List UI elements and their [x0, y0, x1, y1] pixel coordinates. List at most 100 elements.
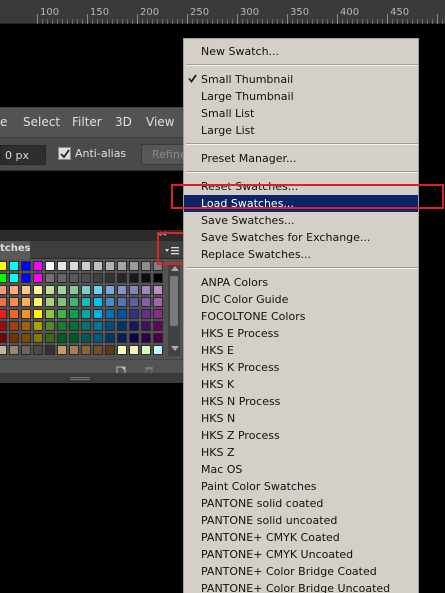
color-swatch[interactable] — [21, 321, 31, 331]
color-swatch[interactable] — [33, 297, 43, 307]
menu-item-large-list[interactable]: Large List — [184, 122, 418, 139]
color-swatch[interactable] — [9, 309, 19, 319]
color-swatch[interactable] — [153, 273, 163, 283]
color-swatch[interactable] — [129, 333, 139, 343]
color-swatch[interactable] — [21, 309, 31, 319]
menu-item-hks-z[interactable]: HKS Z — [184, 444, 418, 461]
menu-select[interactable]: Select — [23, 115, 60, 129]
color-swatch[interactable] — [81, 333, 91, 343]
menu-item-new-swatch[interactable]: New Swatch... — [184, 43, 418, 60]
color-swatch[interactable] — [141, 321, 151, 331]
color-swatch[interactable] — [153, 333, 163, 343]
color-swatch[interactable] — [105, 333, 115, 343]
menu-item-hks-z-process[interactable]: HKS Z Process — [184, 427, 418, 444]
color-swatch[interactable] — [129, 309, 139, 319]
color-swatch[interactable] — [105, 309, 115, 319]
color-swatch[interactable] — [57, 285, 67, 295]
color-swatch[interactable] — [117, 297, 127, 307]
color-swatch[interactable] — [45, 261, 55, 271]
color-swatch[interactable] — [69, 261, 79, 271]
color-swatch[interactable] — [0, 273, 7, 283]
color-swatch[interactable] — [117, 261, 127, 271]
color-swatch[interactable] — [21, 273, 31, 283]
color-swatch[interactable] — [153, 309, 163, 319]
color-swatch[interactable] — [9, 285, 19, 295]
scroll-down-arrow-icon[interactable] — [171, 346, 179, 351]
color-swatch[interactable] — [57, 345, 67, 355]
color-swatch[interactable] — [117, 345, 127, 355]
color-swatch[interactable] — [21, 297, 31, 307]
color-swatch[interactable] — [0, 345, 7, 355]
color-swatch[interactable] — [141, 273, 151, 283]
menu-item-hks-e-process[interactable]: HKS E Process — [184, 325, 418, 342]
color-swatch[interactable] — [57, 309, 67, 319]
color-swatch[interactable] — [153, 345, 163, 355]
color-swatch[interactable] — [9, 333, 19, 343]
color-swatch[interactable] — [0, 321, 7, 331]
color-swatch[interactable] — [93, 297, 103, 307]
color-swatch[interactable] — [129, 261, 139, 271]
color-swatch[interactable] — [69, 297, 79, 307]
color-swatch[interactable] — [81, 309, 91, 319]
color-swatch[interactable] — [93, 345, 103, 355]
refine-edge-button[interactable]: Refine — [141, 144, 187, 165]
feather-size-field[interactable]: 0 px — [0, 145, 46, 165]
menu-item-anpa-colors[interactable]: ANPA Colors — [184, 274, 418, 291]
menu-item-hks-k[interactable]: HKS K — [184, 376, 418, 393]
color-swatch[interactable] — [69, 309, 79, 319]
color-swatch[interactable] — [105, 321, 115, 331]
menu-item-paint-color-swatches[interactable]: Paint Color Swatches — [184, 478, 418, 495]
color-swatch[interactable] — [33, 309, 43, 319]
color-swatch[interactable] — [81, 297, 91, 307]
new-swatch-icon[interactable] — [116, 361, 126, 376]
color-swatch[interactable] — [0, 309, 7, 319]
menu-filter[interactable]: Filter — [72, 115, 102, 129]
color-swatch[interactable] — [0, 261, 7, 271]
color-swatch[interactable] — [69, 333, 79, 343]
menu-view[interactable]: View — [146, 115, 174, 129]
color-swatch[interactable] — [69, 285, 79, 295]
menu-item-save-swatches-for-exchange[interactable]: Save Swatches for Exchange... — [184, 229, 418, 246]
menu-item-small-list[interactable]: Small List — [184, 105, 418, 122]
color-swatch[interactable] — [93, 285, 103, 295]
color-swatch[interactable] — [69, 321, 79, 331]
menu-item-large-thumbnail[interactable]: Large Thumbnail — [184, 88, 418, 105]
menu-item-hks-n-process[interactable]: HKS N Process — [184, 393, 418, 410]
color-swatch[interactable] — [153, 285, 163, 295]
color-swatch[interactable] — [81, 285, 91, 295]
color-swatch[interactable] — [93, 261, 103, 271]
color-swatch[interactable] — [141, 297, 151, 307]
color-swatch[interactable] — [105, 273, 115, 283]
menu-item-pantone-color-bridge-uncoated[interactable]: PANTONE+ Color Bridge Uncoated — [184, 580, 418, 593]
color-swatch[interactable] — [93, 333, 103, 343]
color-swatch[interactable] — [45, 321, 55, 331]
color-swatch[interactable] — [57, 333, 67, 343]
color-swatch[interactable] — [153, 321, 163, 331]
color-swatch[interactable] — [117, 333, 127, 343]
menu-item-hks-k-process[interactable]: HKS K Process — [184, 359, 418, 376]
color-swatch[interactable] — [9, 273, 19, 283]
color-swatch[interactable] — [9, 297, 19, 307]
color-swatch[interactable] — [141, 333, 151, 343]
color-swatch[interactable] — [129, 273, 139, 283]
color-swatch[interactable] — [129, 285, 139, 295]
color-swatch[interactable] — [9, 345, 19, 355]
tab-swatches[interactable]: tches — [0, 241, 31, 259]
color-swatch[interactable] — [129, 321, 139, 331]
menu-item-save-swatches[interactable]: Save Swatches... — [184, 212, 418, 229]
color-swatch[interactable] — [0, 297, 7, 307]
color-swatch[interactable] — [81, 273, 91, 283]
color-swatch[interactable] — [0, 333, 7, 343]
color-swatch[interactable] — [105, 285, 115, 295]
color-swatch[interactable] — [57, 273, 67, 283]
color-swatch[interactable] — [45, 273, 55, 283]
color-swatch[interactable] — [33, 345, 43, 355]
panel-resize-grip[interactable] — [0, 373, 185, 383]
scrollbar-thumb[interactable] — [170, 276, 178, 326]
color-swatch[interactable] — [21, 345, 31, 355]
menu-item-replace-swatches[interactable]: Replace Swatches... — [184, 246, 418, 263]
menu-item-pantone-color-bridge-coated[interactable]: PANTONE+ Color Bridge Coated — [184, 563, 418, 580]
color-swatch[interactable] — [129, 345, 139, 355]
menu-item-pantone-solid-coated[interactable]: PANTONE solid coated — [184, 495, 418, 512]
anti-alias-checkbox[interactable] — [58, 147, 71, 160]
